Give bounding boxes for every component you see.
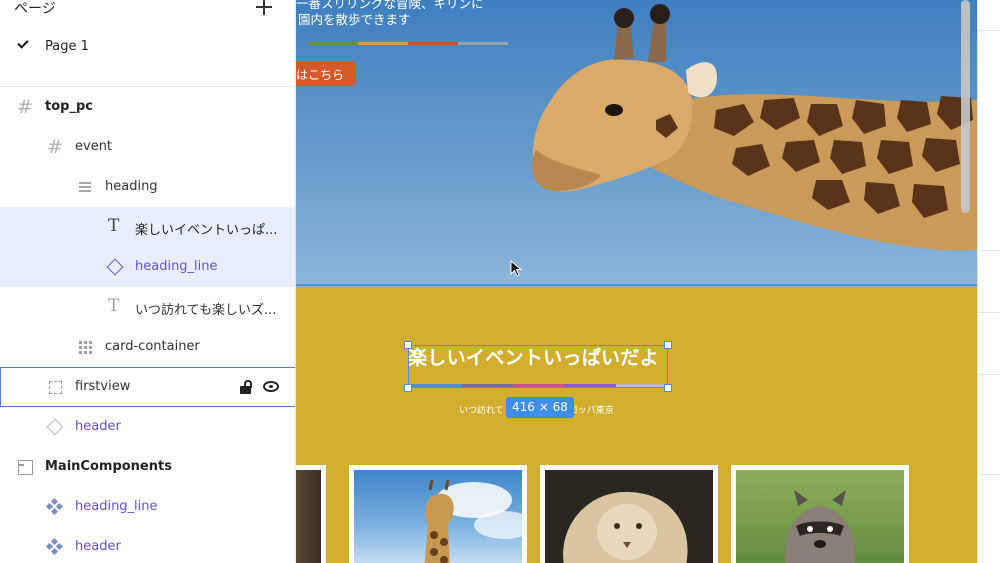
card-giraffe[interactable] — [349, 465, 527, 563]
design-properties-panel — [977, 0, 1000, 563]
text-icon — [107, 216, 123, 236]
resize-handle[interactable] — [404, 341, 412, 349]
layer-heading-text[interactable]: 楽しいイベントいっぱ... — [0, 207, 295, 247]
hero-text-line: 一番スリリングな冒険、キリンに — [296, 0, 484, 11]
pages-header: ページ — [0, 0, 295, 22]
layer-label: heading_line — [75, 499, 158, 514]
layer-card-container[interactable]: card-container — [0, 327, 295, 367]
group-dashed-icon — [47, 379, 63, 395]
panel-divider — [978, 30, 1000, 31]
frame-hash-icon — [17, 96, 33, 118]
checkmark-icon — [17, 37, 29, 49]
layer-event[interactable]: event — [0, 127, 295, 167]
layer-heading[interactable]: heading — [0, 167, 295, 207]
firstview-frame[interactable]: 一番スリリングな冒険、キリンに 園内を散歩できます はこちら — [296, 0, 977, 287]
layer-label: card-container — [105, 339, 200, 354]
layer-label: heading — [105, 179, 158, 194]
panel-divider — [978, 474, 1000, 475]
hero-text-line: 園内を散歩できます — [298, 12, 411, 27]
eye-icon[interactable] — [263, 381, 279, 392]
layer-component-header[interactable]: header — [0, 527, 295, 563]
giraffe-card-illustration — [424, 479, 522, 563]
card-photo — [296, 470, 321, 563]
card-raccoon[interactable] — [731, 465, 909, 563]
hero-description: 一番スリリングな冒険、キリンに 園内を散歩できます — [296, 0, 484, 28]
raccoon-card-illustration — [784, 490, 856, 563]
event-frame[interactable]: 楽しいイベントいっぱいだよ いつ訪れて ロッパ東京 416 × 68 — [296, 287, 977, 563]
layer-label: header — [75, 419, 121, 434]
layer-header[interactable]: header — [0, 407, 295, 447]
layer-label: header — [75, 539, 121, 554]
hero-cta-button[interactable]: はこちら — [296, 61, 356, 86]
canvas-scrollbar[interactable] — [961, 0, 970, 213]
size-badge: 416 × 68 — [506, 397, 574, 418]
resize-handle[interactable] — [664, 384, 672, 392]
resize-handle[interactable] — [664, 341, 672, 349]
frame-hash-icon — [47, 136, 63, 158]
layer-component-heading-line[interactable]: heading_line — [0, 487, 295, 527]
instance-icon — [47, 419, 63, 435]
card-photo — [545, 470, 713, 563]
page-item-page-1[interactable]: Page 1 — [0, 30, 295, 64]
lion-card-illustration — [563, 491, 688, 563]
hero-cta-label: はこちら — [296, 68, 345, 82]
card-tree[interactable] — [296, 465, 326, 563]
autolayout-grid-icon — [77, 339, 93, 355]
layer-label: top_pc — [45, 99, 93, 114]
layer-subtitle-text[interactable]: いつ訪れても楽しいズ... — [0, 287, 295, 327]
instance-icon — [107, 259, 123, 275]
layer-main-components[interactable]: MainComponents — [0, 447, 295, 487]
component-icon — [45, 537, 64, 556]
layers-panel: ページ Page 1 top_pc event heading 楽しいイベントい… — [0, 0, 296, 563]
mouse-cursor-icon — [510, 260, 523, 277]
layer-label: いつ訪れても楽しいズ... — [135, 303, 277, 318]
card-photo — [736, 470, 904, 563]
firstview-selection-edge — [296, 284, 977, 286]
text-icon — [107, 296, 123, 316]
layer-label: event — [75, 139, 113, 154]
event-subtitle-left: いつ訪れて — [459, 406, 504, 416]
hero-heading-line — [308, 42, 508, 45]
layer-label: 楽しいイベントいっぱ... — [135, 223, 278, 238]
selection-box — [408, 345, 668, 388]
unlock-icon[interactable] — [239, 380, 253, 394]
layer-label: MainComponents — [45, 459, 172, 474]
layer-top-pc[interactable]: top_pc — [0, 87, 295, 127]
event-subtitle-right: ロッパ東京 — [568, 406, 614, 416]
layer-heading-line[interactable]: heading_line — [0, 247, 295, 287]
card-lion[interactable] — [540, 465, 718, 563]
layer-label: heading_line — [135, 259, 218, 274]
panel-divider — [978, 374, 1000, 375]
layer-firstview[interactable]: firstview — [0, 367, 295, 407]
add-page-icon[interactable] — [255, 0, 273, 16]
resize-handle[interactable] — [404, 384, 412, 392]
page-label: Page 1 — [45, 39, 89, 54]
component-icon — [45, 497, 64, 516]
layer-label: firstview — [75, 379, 131, 394]
autolayout-vertical-icon — [77, 179, 93, 195]
pages-label: ページ — [14, 1, 56, 17]
card-photo — [354, 470, 522, 563]
section-icon — [17, 459, 33, 475]
panel-divider — [978, 250, 1000, 251]
design-canvas[interactable]: 一番スリリングな冒険、キリンに 園内を散歩できます はこちら 楽しいイベントいっ… — [296, 0, 977, 563]
panel-divider — [978, 312, 1000, 313]
